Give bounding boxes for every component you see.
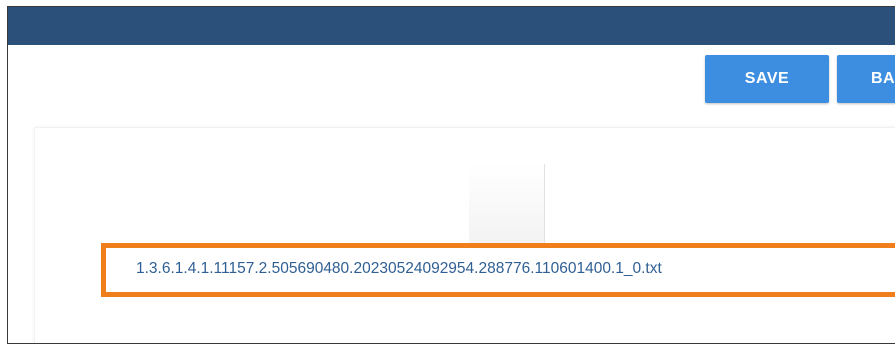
app-window: SAVE BA 1.3.6.1.4.1.11157.2.505690480.20… [7,6,895,344]
content-panel [34,127,895,343]
back-button[interactable]: BA [837,55,895,103]
attachment-filename-link[interactable]: 1.3.6.1.4.1.11157.2.505690480.2023052409… [136,260,662,278]
toolbar: SAVE BA [8,55,895,103]
attachment-filename-highlight: 1.3.6.1.4.1.11157.2.505690480.2023052409… [101,243,895,297]
header-bar [8,7,895,45]
save-button[interactable]: SAVE [705,55,829,103]
image-thumbnail [469,164,545,248]
